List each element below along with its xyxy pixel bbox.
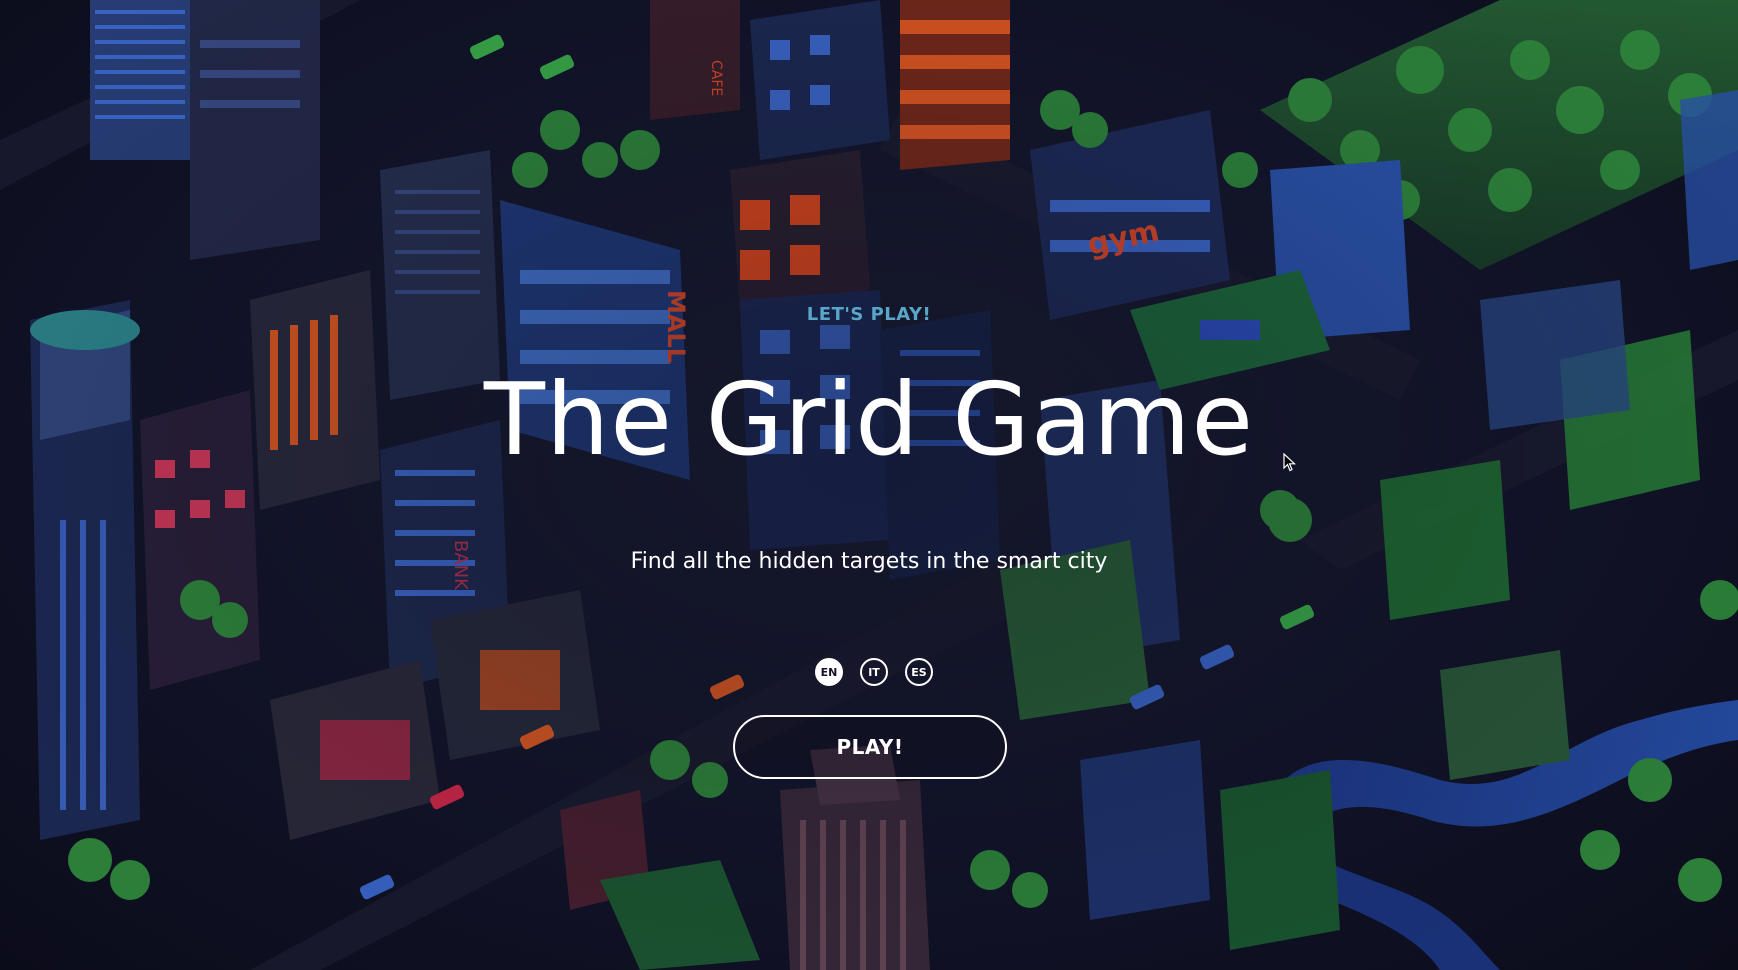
- game-title: The Grid Game: [483, 361, 1255, 478]
- language-en-button[interactable]: EN: [815, 658, 843, 686]
- play-button[interactable]: PLAY!: [733, 715, 1007, 779]
- language-it-button[interactable]: IT: [860, 658, 888, 686]
- eyebrow-text: LET'S PLAY!: [806, 304, 932, 325]
- hero: LET'S PLAY! The Grid Game Find all the h…: [0, 0, 1738, 970]
- game-screen: BANK MALL CAFE gym LET'S PLAY! The Grid …: [0, 0, 1738, 970]
- mouse-cursor-icon: [1283, 453, 1297, 472]
- language-selector: EN IT ES: [0, 658, 1738, 686]
- game-subtitle: Find all the hidden targets in the smart…: [630, 549, 1108, 574]
- language-es-button[interactable]: ES: [905, 658, 933, 686]
